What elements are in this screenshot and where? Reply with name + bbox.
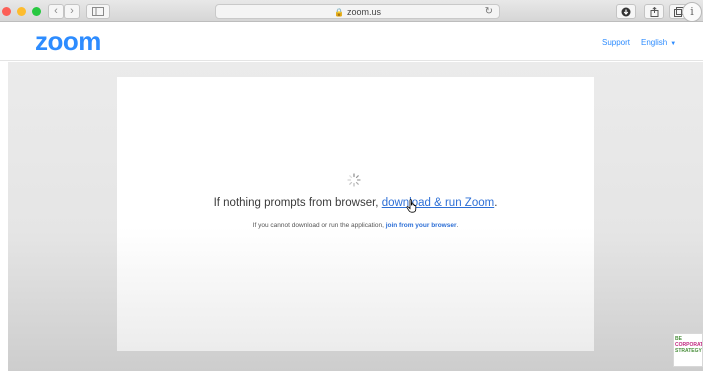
address-bar[interactable]: 🔒 zoom.us ↻ — [215, 4, 500, 19]
maximize-window-button[interactable] — [32, 7, 41, 16]
download-run-zoom-link[interactable]: download & run Zoom — [382, 197, 495, 209]
site-header: zoom Support English ▼ — [0, 23, 703, 61]
prompt-text: If nothing prompts from browser, — [213, 197, 382, 209]
zoom-logo[interactable]: zoom — [35, 27, 101, 55]
browser-toolbar: ‹ › 🔒 zoom.us ↻ i — [0, 0, 703, 22]
info-icon[interactable]: i — [682, 2, 702, 22]
forward-icon: › — [70, 5, 74, 17]
reload-icon[interactable]: ↻ — [485, 5, 493, 18]
sub-period: . — [456, 222, 459, 229]
share-button[interactable] — [644, 4, 664, 19]
sidebar-toggle-button[interactable] — [86, 4, 110, 19]
watermark-logo: BE CORPORATE STRATEGY — [673, 333, 703, 367]
download-button[interactable] — [616, 4, 636, 19]
forward-button[interactable]: › — [64, 4, 80, 19]
sidebar-icon — [92, 7, 104, 16]
language-label: English — [641, 38, 668, 47]
close-window-button[interactable] — [2, 7, 11, 16]
support-link[interactable]: Support — [602, 38, 630, 48]
caret-down-icon: ▼ — [670, 41, 677, 47]
back-icon: ‹ — [54, 5, 58, 17]
share-icon — [650, 6, 658, 17]
url-text: zoom.us — [346, 7, 381, 17]
launch-card — [117, 77, 594, 351]
hand-cursor-icon — [406, 199, 417, 213]
lock-icon: 🔒 — [334, 8, 344, 17]
back-button[interactable]: ‹ — [48, 4, 64, 19]
watermark-line-3: STRATEGY — [675, 348, 702, 354]
download-icon — [621, 7, 631, 17]
language-selector[interactable]: English ▼ — [641, 38, 676, 49]
sub-text: If you cannot download or run the applic… — [252, 222, 386, 229]
launch-prompt: If nothing prompts from browser, downloa… — [117, 196, 594, 210]
minimize-window-button[interactable] — [17, 7, 26, 16]
prompt-period: . — [494, 197, 498, 209]
browser-join-hint: If you cannot download or run the applic… — [117, 221, 594, 230]
loading-spinner-icon — [347, 173, 361, 187]
join-from-browser-link[interactable]: join from your browser — [386, 222, 457, 229]
